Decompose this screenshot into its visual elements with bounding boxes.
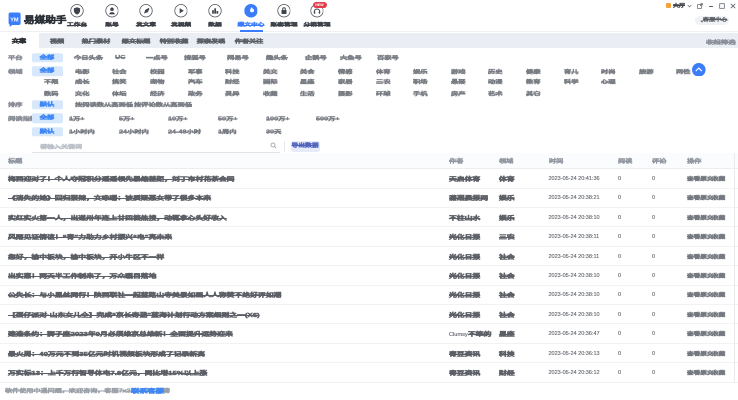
svg-text:YM: YM xyxy=(10,17,19,23)
